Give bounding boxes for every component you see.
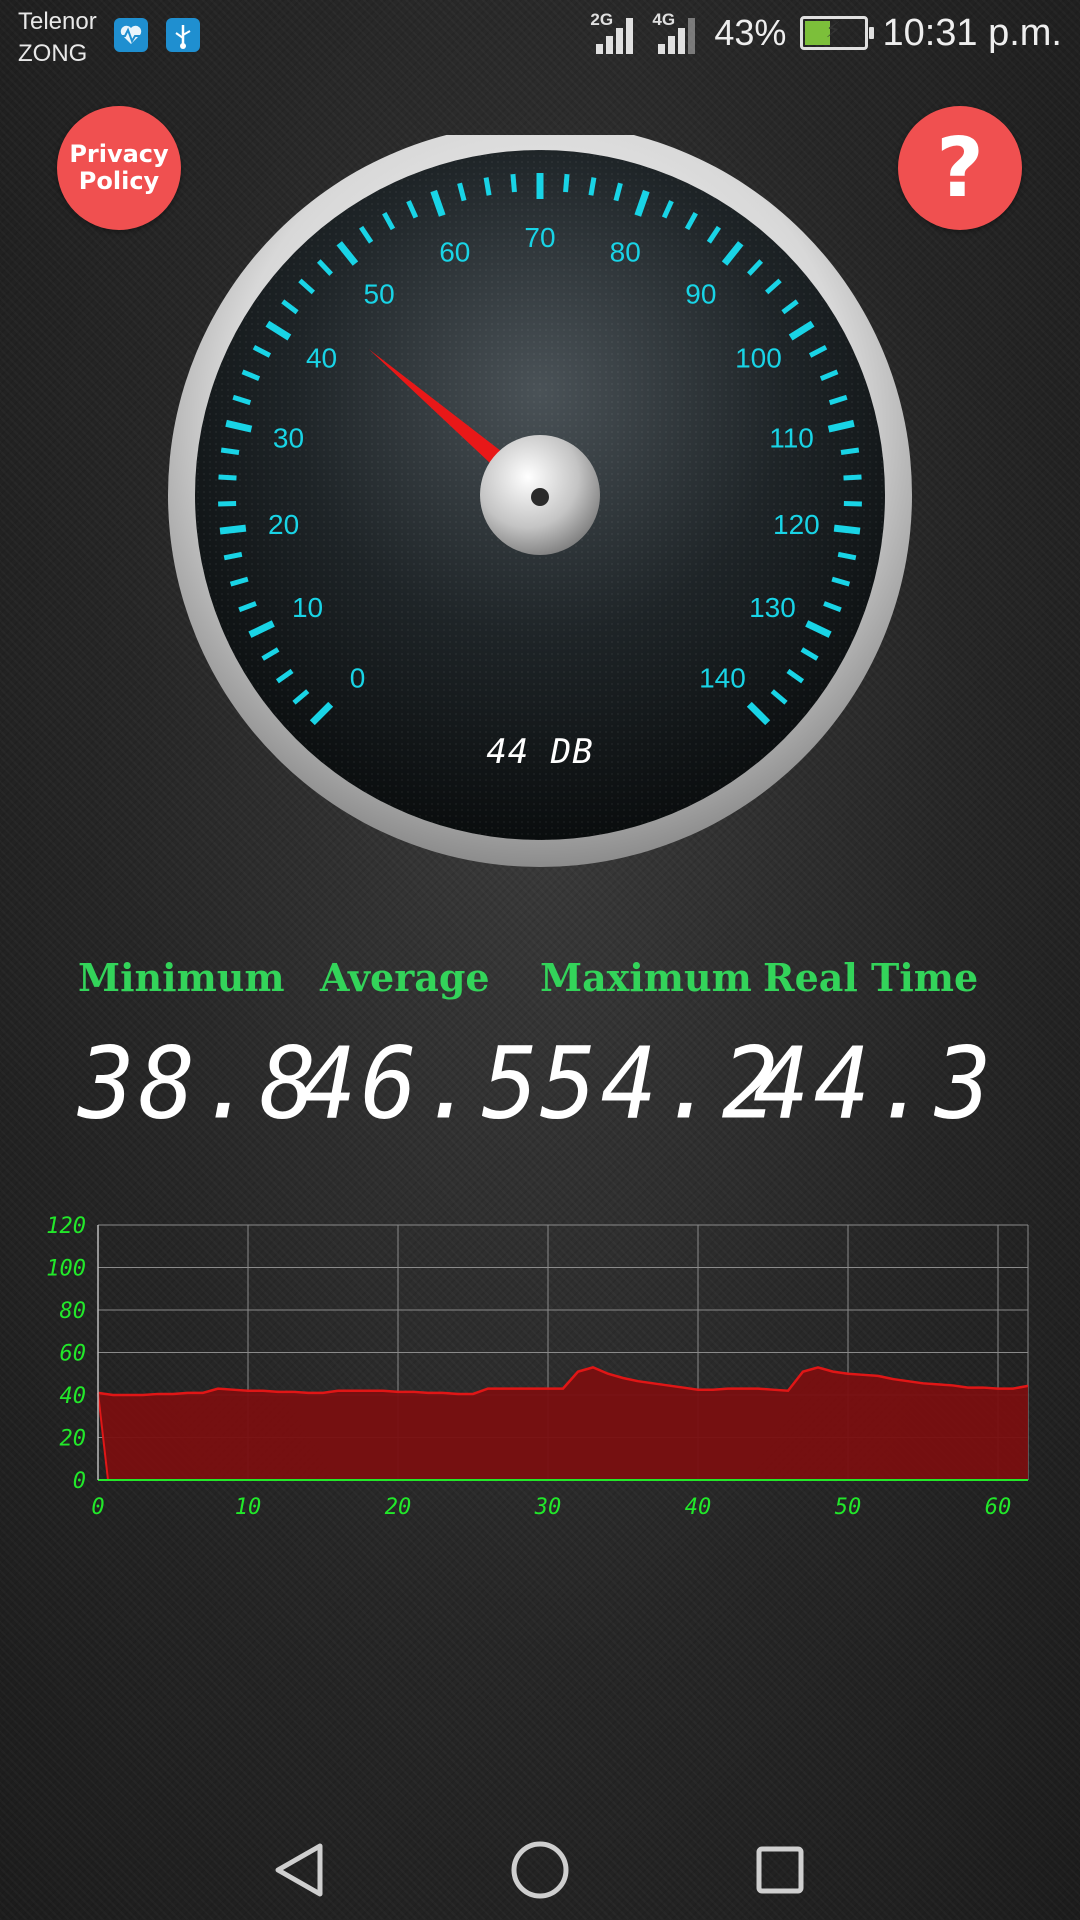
sound-level-gauge: 0 10 20 30 40 50 60 70 80 90 100 110 120 130 140 44 DB <box>168 135 912 867</box>
chart-x-tick-label: 20 <box>385 1495 412 1520</box>
realtime-label: Real Time <box>763 955 979 1000</box>
gauge-tick <box>843 474 862 481</box>
chart-y-tick-label: 100 <box>46 1257 86 1282</box>
gauge-scale-label: 70 <box>524 222 555 253</box>
chart-x-tick-label: 10 <box>235 1495 262 1520</box>
carrier-name-2: ZONG <box>18 40 88 67</box>
gauge-tick <box>218 474 237 481</box>
gauge-tick <box>510 173 517 193</box>
gauge-scale-label: 30 <box>273 423 304 454</box>
chart-area <box>98 1367 1028 1480</box>
navigation-bar <box>0 1820 1080 1920</box>
gauge-readout: 44 DB <box>486 732 593 772</box>
usb-icon <box>166 18 200 52</box>
gauge-scale-label: 140 <box>699 662 746 693</box>
gauge-scale-label: 0 <box>350 662 366 693</box>
stat-average: Average 46.5 <box>300 955 538 1142</box>
maximum-label: Maximum <box>540 955 752 1000</box>
minimum-value: 38.8 <box>78 1027 321 1142</box>
battery-charging-icon: ⚡ <box>800 16 875 50</box>
chart-y-tick-label: 0 <box>73 1469 86 1494</box>
network-type-label: 4G <box>652 10 676 29</box>
gauge-scale-label: 10 <box>292 592 323 623</box>
chart-y-tick-label: 40 <box>60 1384 87 1409</box>
stat-minimum: Minimum 38.8 <box>78 955 316 1142</box>
chart-y-tick-label: 20 <box>60 1427 87 1452</box>
gauge-scale-label: 80 <box>610 236 641 267</box>
average-label: Average <box>320 955 490 1000</box>
chart-y-tick-label: 120 <box>46 1214 86 1239</box>
gauge-tick <box>840 447 860 455</box>
battery-percent: 43% <box>714 12 787 53</box>
stats-panel: Minimum 38.8 Average 46.5 Maximum 54.2 R… <box>78 955 998 1142</box>
home-circle-icon[interactable] <box>500 1830 580 1910</box>
gauge-tick <box>588 177 597 196</box>
question-mark-icon: ? <box>936 120 984 216</box>
sound-history-chart: 0 20 40 60 80 100 120 0 10 20 30 40 50 60 <box>46 1214 1029 1520</box>
gauge-scale-label: 40 <box>306 343 337 374</box>
privacy-label-line1: Privacy <box>69 140 169 168</box>
gauge-scale-label: 120 <box>773 509 820 540</box>
stat-realtime: Real Time 44.3 <box>753 955 991 1142</box>
status-bar: Telenor ZONG 2G 4G 43% ⚡ 10:31 p.m. <box>0 0 1080 70</box>
gauge-scale-label: 50 <box>364 278 395 309</box>
average-value: 46.5 <box>300 1027 543 1142</box>
gauge-scale-label: 110 <box>769 423 814 454</box>
signal-strength-2g-icon: 2G <box>590 10 638 56</box>
gauge-tick <box>833 524 861 535</box>
minimum-label: Minimum <box>78 955 285 1000</box>
privacy-label-line2: Policy <box>78 167 160 195</box>
carrier-name-1: Telenor <box>18 8 97 35</box>
gauge-tick <box>483 177 492 196</box>
gauge-tick <box>223 551 243 561</box>
chart-x-tick-label: 50 <box>835 1495 862 1520</box>
gauge-tick <box>220 447 240 455</box>
back-triangle-icon[interactable] <box>260 1830 340 1910</box>
chart-x-tick-label: 60 <box>985 1495 1012 1520</box>
gauge-scale-label: 100 <box>735 343 782 374</box>
gauge-scale-label: 90 <box>685 278 716 309</box>
gauge-tick <box>837 551 857 561</box>
chart-x-tick-label: 30 <box>534 1495 562 1520</box>
gauge-tick <box>219 524 247 535</box>
gauge-tick <box>218 501 237 507</box>
recents-square-icon[interactable] <box>740 1830 820 1910</box>
network-type-label: 2G <box>590 10 614 29</box>
chart-y-tick-label: 80 <box>60 1299 87 1324</box>
chart-x-tick-label: 0 <box>91 1495 104 1520</box>
gauge-scale-label: 20 <box>268 509 299 540</box>
signal-strength-4g-icon: 4G <box>652 10 700 56</box>
status-clock: 10:31 p.m. <box>882 11 1062 54</box>
gauge-hub-pin <box>531 488 549 506</box>
maximum-value: 54.2 <box>540 1027 783 1142</box>
privacy-policy-button[interactable]: Privacy Policy <box>57 106 181 230</box>
help-button[interactable]: ? <box>898 106 1022 230</box>
chart-y-tick-label: 60 <box>60 1342 87 1367</box>
gauge-tick <box>563 173 570 193</box>
gauge-tick <box>843 501 862 507</box>
heart-monitor-icon <box>114 18 148 52</box>
gauge-scale-label: 130 <box>749 592 796 623</box>
chart-x-tick-label: 40 <box>685 1495 712 1520</box>
stat-maximum: Maximum 54.2 <box>540 955 778 1142</box>
realtime-value: 44.3 <box>753 1027 996 1142</box>
gauge-scale-label: 60 <box>439 236 470 267</box>
